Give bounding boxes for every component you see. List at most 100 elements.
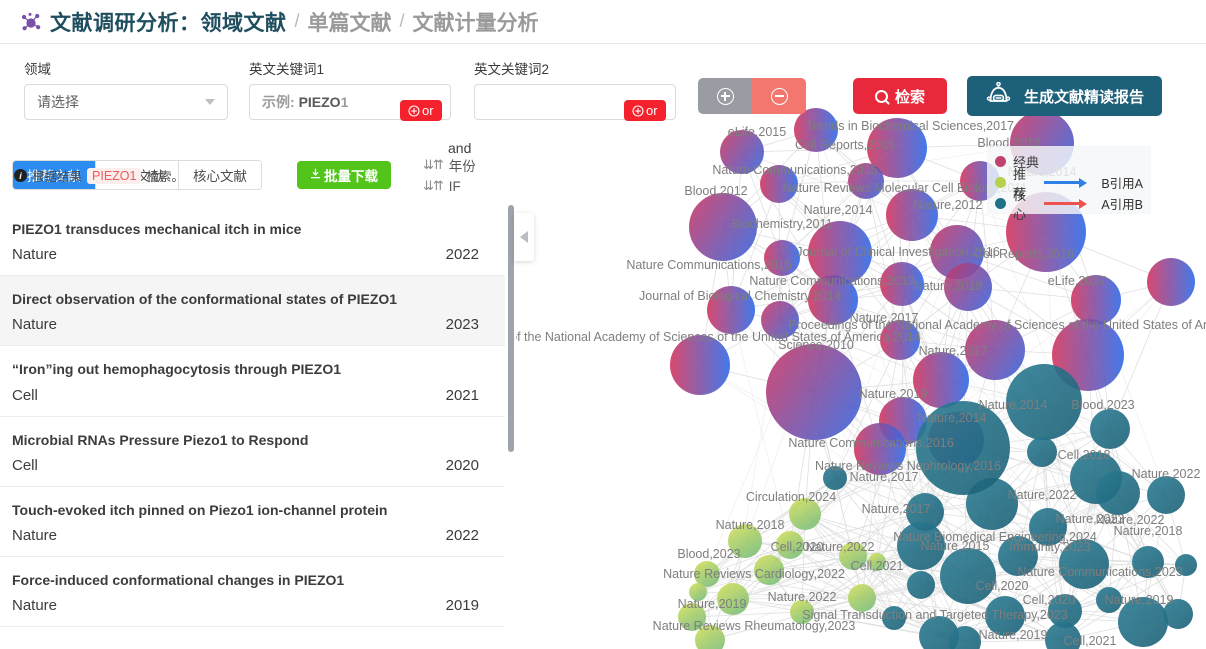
search-button[interactable]: 检索	[853, 78, 948, 114]
graph-node[interactable]	[760, 165, 798, 203]
keyword2-label: 英文关键词2	[474, 62, 550, 77]
graph-node[interactable]	[808, 275, 858, 325]
graph-node[interactable]	[764, 240, 800, 276]
sort-by-year-label: 年份	[448, 159, 476, 174]
graph-node[interactable]	[944, 263, 992, 311]
graph-node[interactable]	[728, 524, 762, 558]
graph-node[interactable]	[880, 320, 920, 360]
search-hint: i 根据结果 PIEZO1 检索。	[14, 166, 184, 185]
graph-node[interactable]	[823, 466, 847, 490]
graph-node[interactable]	[1071, 275, 1121, 325]
graph-node[interactable]	[761, 301, 799, 339]
graph-node[interactable]	[985, 596, 1025, 636]
graph-node[interactable]	[1096, 471, 1140, 515]
graph-node[interactable]	[1029, 508, 1067, 546]
paper-journal: Nature	[12, 526, 58, 544]
graph-node[interactable]	[940, 548, 996, 604]
graph-node[interactable]	[766, 344, 862, 440]
plus-circle-icon	[408, 104, 420, 117]
domain-select[interactable]: 请选择	[24, 84, 228, 120]
graph-node[interactable]	[670, 335, 730, 395]
panel-collapse-button[interactable]	[514, 213, 534, 261]
graph-node[interactable]	[854, 423, 906, 475]
collapse-left-icon	[520, 231, 528, 243]
graph-node[interactable]	[754, 555, 784, 585]
graph-node[interactable]	[1045, 622, 1081, 649]
graph-node[interactable]	[689, 583, 707, 601]
graph-node[interactable]	[880, 262, 924, 306]
graph-node[interactable]	[1027, 437, 1057, 467]
zoom-out-button[interactable]	[752, 78, 806, 114]
zoom-in-button[interactable]	[698, 78, 752, 114]
zoom-button-group	[698, 78, 806, 114]
graph-node[interactable]	[1147, 258, 1195, 306]
paper-list-item[interactable]: Direct observation of the conformational…	[0, 276, 505, 347]
graph-node[interactable]	[913, 352, 969, 408]
graph-node[interactable]	[882, 606, 906, 630]
graph-node[interactable]	[808, 221, 872, 285]
paper-list-item[interactable]: “Iron”ing out hemophagocytosis through P…	[0, 346, 505, 417]
paper-list-item[interactable]: Touch-evoked itch pinned on Piezo1 ion-c…	[0, 486, 505, 557]
network-graph-icon	[18, 9, 44, 35]
paper-title: “Iron”ing out hemophagocytosis through P…	[12, 361, 341, 378]
search-icon	[875, 89, 888, 103]
graph-node[interactable]	[1175, 554, 1197, 576]
graph-node[interactable]	[998, 536, 1038, 576]
or-badge-2[interactable]: or	[624, 100, 666, 121]
paper-year: 2023	[445, 316, 479, 334]
sort-by-year[interactable]: ⇊⇈ 年份	[423, 155, 476, 175]
graph-node[interactable]	[789, 498, 821, 530]
graph-node[interactable]	[1096, 587, 1122, 613]
graph-node[interactable]	[1090, 409, 1130, 449]
robot-icon	[985, 81, 1012, 110]
breadcrumb-single-paper[interactable]: 单篇文献	[308, 7, 392, 37]
graph-node[interactable]	[965, 320, 1025, 380]
graph-node[interactable]	[1118, 597, 1168, 647]
hint-suffix: 检索。	[146, 170, 184, 184]
graph-node[interactable]	[868, 553, 886, 571]
paper-list[interactable]: PIEZO1 transduces mechanical itch in mic…	[0, 206, 505, 649]
breadcrumb-separator-1: /	[294, 11, 300, 31]
legend-label-a-cites-b: A引用B	[1101, 198, 1143, 212]
paper-title: Microbial RNAs Pressure Piezo1 to Respon…	[12, 431, 309, 448]
graph-node[interactable]	[689, 193, 757, 261]
graph-node[interactable]	[1163, 599, 1193, 629]
or-badge-1[interactable]: or	[400, 100, 442, 121]
batch-download-button[interactable]: 批量下载	[297, 160, 391, 189]
graph-node[interactable]	[707, 286, 755, 334]
paper-list-item[interactable]: Microbial RNAs Pressure Piezo1 to Respon…	[0, 416, 505, 487]
paper-year: 2019	[445, 597, 479, 615]
domain-select-value: 请选择	[37, 94, 79, 110]
app-header: 文献调研分析：领域文献 / 单篇文献 / 文献计量分析	[0, 0, 1206, 44]
paper-title: Force-induced conformational changes in …	[12, 571, 345, 588]
paper-list-scrollbar[interactable]	[508, 205, 514, 649]
sort-by-if[interactable]: ⇊⇈ IF	[423, 178, 476, 194]
generate-report-button[interactable]: 生成文献精读报告	[967, 76, 1163, 116]
graph-node[interactable]	[720, 130, 764, 174]
graph-node[interactable]	[776, 531, 804, 559]
graph-node[interactable]	[897, 522, 945, 570]
generate-report-label: 生成文献精读报告	[1024, 88, 1145, 106]
paper-journal: Cell	[12, 456, 38, 474]
paper-list-item[interactable]: Force-induced conformational changes in …	[0, 556, 505, 628]
download-icon	[310, 167, 321, 182]
sort-by-if-label: IF	[448, 178, 461, 194]
graph-legend: 经典 推荐 B引用A 核心 A引用B	[987, 146, 1151, 222]
keyword1-label: 英文关键词1	[249, 62, 325, 77]
graph-node[interactable]	[848, 584, 876, 612]
graph-node[interactable]	[678, 603, 706, 631]
graph-node[interactable]	[1006, 364, 1082, 440]
graph-node[interactable]	[1132, 546, 1164, 578]
graph-node[interactable]	[886, 189, 938, 241]
paper-list-item[interactable]: PIEZO1 transduces mechanical itch in mic…	[0, 206, 505, 277]
breadcrumb-bibliometric-analysis[interactable]: 文献计量分析	[413, 7, 539, 37]
graph-node[interactable]	[916, 401, 1010, 495]
graph-node[interactable]	[790, 600, 814, 624]
graph-node[interactable]	[839, 542, 867, 570]
graph-node[interactable]	[717, 583, 749, 615]
graph-node[interactable]	[848, 163, 884, 199]
graph-node[interactable]	[1059, 539, 1109, 589]
tab-core[interactable]: 核心文献	[179, 160, 261, 189]
graph-node[interactable]	[907, 571, 935, 599]
graph-node[interactable]	[1147, 476, 1185, 514]
